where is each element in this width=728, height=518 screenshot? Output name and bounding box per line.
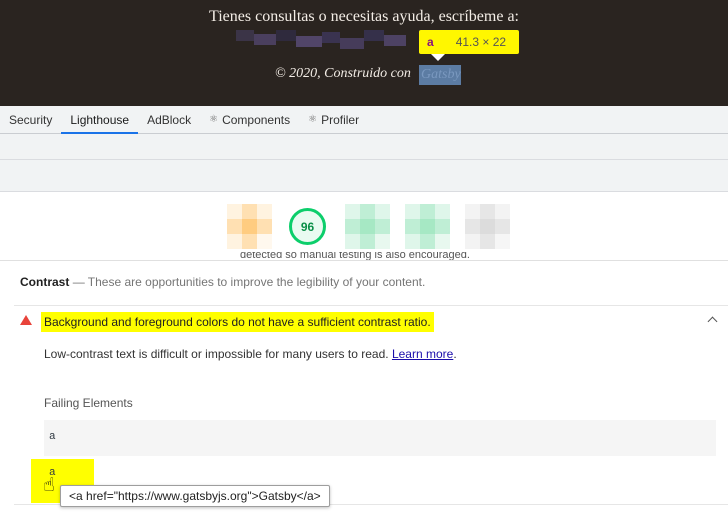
tab-label: Components: [222, 112, 291, 127]
divider: [0, 260, 728, 261]
tab-label: Profiler: [321, 112, 360, 127]
inspect-tag-name: a: [427, 35, 434, 49]
audit-title: Background and foreground colors do not …: [41, 312, 434, 332]
audit-description: Low-contrast text is difficult or imposs…: [44, 347, 457, 361]
pwa-gauge[interactable]: [465, 204, 511, 250]
period: .: [453, 347, 457, 361]
chevron-up-icon[interactable]: [707, 316, 718, 327]
contrast-audit-row[interactable]: Background and foreground colors do not …: [14, 306, 728, 338]
tab-components[interactable]: ⚛ Components: [200, 106, 299, 133]
best-practices-gauge[interactable]: [345, 204, 391, 250]
failing-elements-label: Failing Elements: [44, 396, 133, 410]
performance-gauge[interactable]: [227, 204, 273, 250]
clipped-notice-text: detected so manual testing is also encou…: [240, 252, 470, 260]
lighthouse-url-bar: [0, 160, 728, 192]
gear-icon: ⚛: [209, 113, 219, 125]
lighthouse-toolbar: [0, 134, 728, 160]
hand-cursor-icon: ☝: [43, 475, 55, 496]
gatsby-link[interactable]: Gatsby: [419, 65, 461, 85]
score-gauges: [0, 192, 728, 260]
tab-profiler[interactable]: ⚛ Profiler: [299, 106, 368, 133]
tab-security[interactable]: Security: [0, 106, 61, 133]
gear-icon: ⚛: [308, 113, 318, 125]
tab-label: Security: [9, 112, 53, 127]
redacted-email: [236, 30, 426, 52]
tooltip-arrow: [431, 54, 445, 61]
contact-text: Tienes consultas o necesitas ayuda, escr…: [209, 8, 519, 25]
site-footer: Tienes consultas o necesitas ayuda, escr…: [0, 0, 728, 106]
node-tooltip: <a href="https://www.gatsbyjs.org">Gatsb…: [60, 485, 330, 507]
failing-element-snippet: a: [49, 431, 56, 443]
section-description: — These are opportunities to improve the…: [72, 275, 426, 289]
tab-label: Lighthouse: [70, 112, 130, 127]
contrast-section-header: Contrast — These are opportunities to im…: [20, 275, 425, 289]
seo-gauge[interactable]: [405, 204, 451, 250]
inspect-dimensions: 41.3 × 22: [455, 35, 507, 49]
learn-more-link[interactable]: Learn more: [392, 347, 453, 361]
element-inspect-tooltip: a 41.3 × 22: [419, 30, 519, 61]
copyright-text: © 2020, Construido con: [275, 66, 411, 81]
accessibility-score-gauge[interactable]: 96: [289, 208, 326, 245]
section-title: Contrast: [20, 275, 70, 289]
devtools-tabstrip: Security Lighthouse AdBlock ⚛ Components …: [0, 106, 728, 134]
fail-triangle-icon: [20, 315, 32, 325]
tab-adblock[interactable]: AdBlock: [138, 106, 200, 133]
audit-description-text: Low-contrast text is difficult or imposs…: [44, 347, 389, 361]
tab-label: AdBlock: [147, 112, 192, 127]
tab-lighthouse[interactable]: Lighthouse: [61, 106, 138, 134]
failing-element-row[interactable]: a: [44, 420, 716, 456]
